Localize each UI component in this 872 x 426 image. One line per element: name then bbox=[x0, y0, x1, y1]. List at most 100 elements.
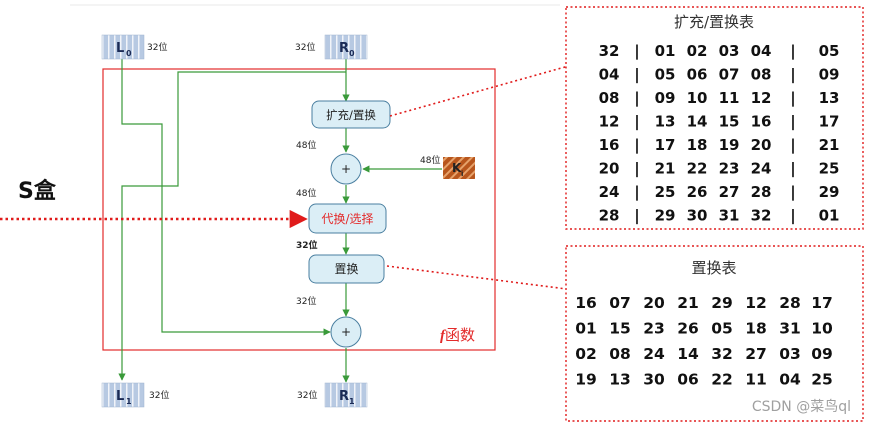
xor-top: + bbox=[330, 153, 362, 185]
svg-text:0: 0 bbox=[126, 49, 132, 58]
table-separator: | bbox=[634, 136, 639, 155]
table-separator: | bbox=[790, 66, 795, 85]
table-cell: 29 bbox=[819, 183, 840, 201]
table-cell: 20 bbox=[599, 160, 620, 178]
svg-text:i: i bbox=[461, 170, 463, 178]
des-f-function-diagram: f函数 S盒 L 0 32位 32位 R 0 扩充/置换 48位 + 48位 K… bbox=[0, 4, 864, 422]
l1-output: L 1 bbox=[101, 382, 145, 408]
svg-text:代换/选择: 代换/选择 bbox=[321, 212, 373, 226]
table-cell: 11 bbox=[745, 371, 767, 389]
table-cell: 04 bbox=[751, 42, 772, 60]
table-separator: | bbox=[790, 89, 795, 108]
table-cell: 10 bbox=[811, 320, 833, 338]
table-cell: 24 bbox=[751, 160, 772, 178]
key-input: K i bbox=[443, 157, 475, 179]
table-cell: 30 bbox=[687, 207, 708, 225]
table-cell: 19 bbox=[719, 136, 740, 154]
table-separator: | bbox=[790, 183, 795, 202]
after-sbox-bits: 32位 bbox=[296, 239, 318, 251]
table-cell: 21 bbox=[819, 136, 840, 154]
table-cell: 20 bbox=[751, 136, 772, 154]
table-cell: 22 bbox=[711, 371, 733, 389]
r0-input: R 0 bbox=[324, 34, 368, 60]
table-cell: 20 bbox=[643, 294, 665, 312]
table-cell: 05 bbox=[711, 320, 733, 338]
table-cell: 01 bbox=[819, 207, 840, 225]
table-cell: 30 bbox=[643, 371, 665, 389]
table-cell: 03 bbox=[719, 42, 740, 60]
table-cell: 22 bbox=[687, 160, 708, 178]
table-cell: 04 bbox=[779, 371, 801, 389]
table-cell: 19 bbox=[575, 371, 597, 389]
table-cell: 24 bbox=[599, 183, 620, 201]
permute-block: 置换 bbox=[308, 254, 385, 284]
svg-text:+: + bbox=[341, 162, 351, 176]
table-cell: 15 bbox=[609, 320, 631, 338]
table-cell: 07 bbox=[719, 66, 740, 84]
table-cell: 15 bbox=[719, 113, 740, 131]
table-separator: | bbox=[634, 207, 639, 226]
table-cell: 26 bbox=[677, 320, 699, 338]
table-cell: 05 bbox=[655, 66, 676, 84]
l0-bits-label: 32位 bbox=[147, 41, 167, 53]
permutation-table: 置换表 16 07 20 21 29 12 28 17 01 15 23 26 05 18 31 10 02 08… bbox=[565, 245, 864, 422]
table-cell: 29 bbox=[655, 207, 676, 225]
svg-text:L: L bbox=[116, 389, 124, 404]
table-cell: 05 bbox=[819, 42, 840, 60]
svg-text:扩充/置换: 扩充/置换 bbox=[326, 108, 376, 122]
table-cell: 11 bbox=[719, 89, 740, 107]
table-cell: 09 bbox=[811, 345, 833, 363]
table-cell: 25 bbox=[811, 371, 833, 389]
svg-text:L: L bbox=[116, 41, 124, 56]
table-cell: 06 bbox=[677, 371, 699, 389]
table-cell: 16 bbox=[751, 113, 772, 131]
substitute-block: 代换/选择 bbox=[308, 203, 387, 234]
table-cell: 23 bbox=[643, 320, 665, 338]
table-cell: 18 bbox=[745, 320, 767, 338]
key-bits-label: 48位 bbox=[420, 154, 440, 166]
expansion-table-title: 扩充/置换表 bbox=[674, 13, 754, 31]
after-perm-bits: 32位 bbox=[296, 295, 316, 307]
table-cell: 25 bbox=[655, 183, 676, 201]
expand-block: 扩充/置换 bbox=[311, 100, 391, 129]
table-cell: 10 bbox=[687, 89, 708, 107]
r0-bits-label: 32位 bbox=[295, 41, 315, 53]
table-cell: 12 bbox=[751, 89, 772, 107]
dotted-connectors bbox=[0, 57, 592, 297]
table-cell: 28 bbox=[779, 294, 801, 312]
svg-text:置换: 置换 bbox=[334, 262, 358, 276]
r1-output: R 1 bbox=[324, 382, 368, 408]
table-cell: 16 bbox=[599, 136, 620, 154]
f-function-label: f函数 bbox=[440, 326, 475, 344]
svg-text:1: 1 bbox=[126, 397, 132, 406]
table-cell: 04 bbox=[599, 66, 620, 84]
table-cell: 31 bbox=[719, 207, 740, 225]
watermark: CSDN @菜鸟ql bbox=[752, 399, 851, 415]
table-cell: 25 bbox=[819, 160, 840, 178]
l0-input: L 0 bbox=[101, 34, 145, 60]
table-cell: 13 bbox=[655, 113, 676, 131]
table-cell: 08 bbox=[609, 345, 631, 363]
table-separator: | bbox=[634, 183, 639, 202]
expansion-table: 扩充/置换表 32 | 01 02 03 04 | 05 04 | 05 06 07 08 | 09 08 | 09… bbox=[565, 6, 864, 230]
table-cell: 29 bbox=[711, 294, 733, 312]
svg-text:R: R bbox=[339, 41, 349, 56]
table-separator: | bbox=[790, 207, 795, 226]
svg-text:+: + bbox=[341, 325, 351, 339]
table-cell: 09 bbox=[655, 89, 676, 107]
table-separator: | bbox=[634, 42, 639, 61]
table-cell: 27 bbox=[745, 345, 767, 363]
table-separator: | bbox=[634, 113, 639, 132]
table-cell: 08 bbox=[751, 66, 772, 84]
table-cell: 13 bbox=[609, 371, 631, 389]
after-expand-bits: 48位 bbox=[296, 139, 316, 151]
table-cell: 14 bbox=[687, 113, 708, 131]
svg-text:R: R bbox=[339, 389, 349, 404]
permutation-table-title: 置换表 bbox=[691, 259, 736, 277]
table-cell: 12 bbox=[745, 294, 767, 312]
table-cell: 02 bbox=[687, 42, 708, 60]
table-cell: 14 bbox=[677, 345, 699, 363]
r1-bits-label: 32位 bbox=[297, 389, 317, 401]
table-cell: 06 bbox=[687, 66, 708, 84]
table-separator: | bbox=[634, 66, 639, 85]
